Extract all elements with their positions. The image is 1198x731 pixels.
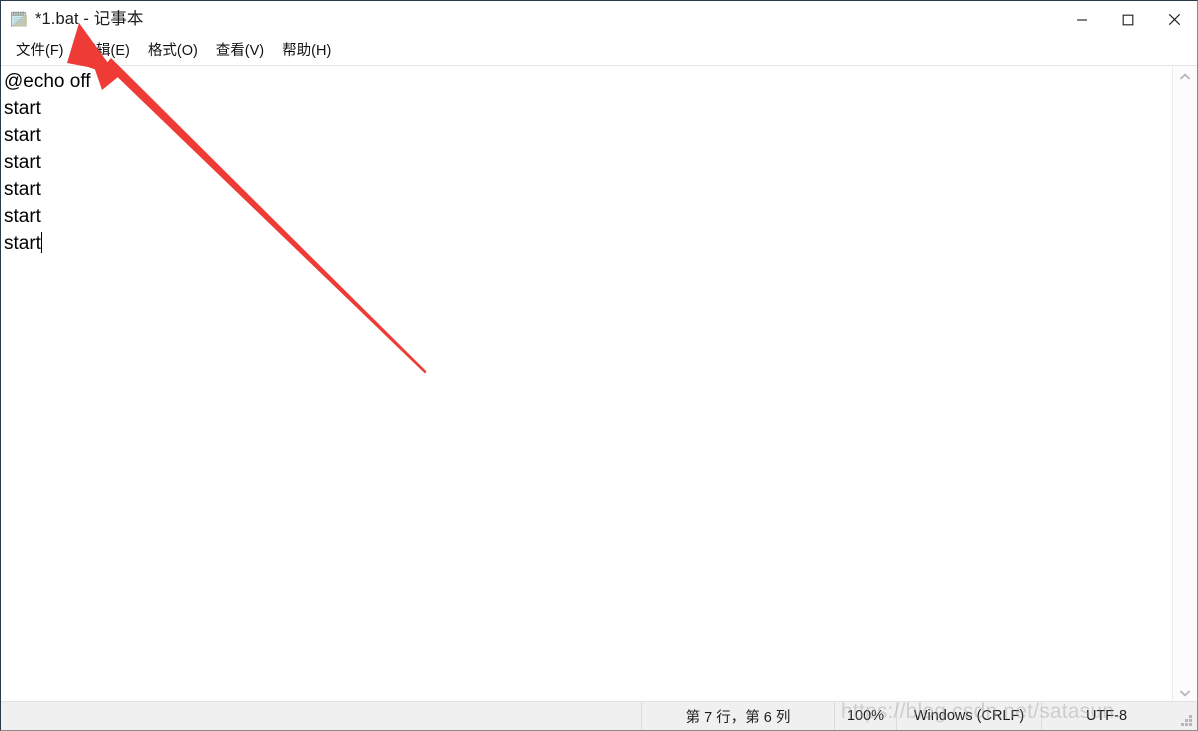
title-bar[interactable]: *1.bat - 记事本: [1, 1, 1197, 38]
chevron-down-icon: [1180, 689, 1190, 697]
maximize-icon: [1122, 14, 1134, 25]
editor-line: start: [4, 179, 41, 200]
close-button[interactable]: [1151, 1, 1197, 38]
resize-grip-icon: [1181, 715, 1192, 726]
editor-line: start: [4, 206, 41, 227]
status-cursor-position: 第 7 行，第 6 列: [641, 702, 834, 730]
editor-line-with-caret: start: [4, 230, 1172, 257]
text-caret: [40, 232, 42, 253]
window-controls: [1059, 1, 1197, 38]
editor-area: @echo off start start start start start …: [1, 65, 1197, 703]
menu-item-edit[interactable]: 编辑(E): [73, 39, 139, 64]
menu-bar: 文件(F) 编辑(E) 格式(O) 查看(V) 帮助(H): [1, 38, 1197, 65]
status-bar: 第 7 行，第 6 列 100% Windows (CRLF) UTF-8: [1, 701, 1197, 730]
menu-item-file[interactable]: 文件(F): [7, 39, 73, 64]
notepad-icon: [9, 9, 29, 29]
status-zoom-level[interactable]: 100%: [834, 702, 896, 730]
editor-line-text: start: [4, 233, 41, 254]
menu-item-view[interactable]: 查看(V): [207, 39, 273, 64]
window-title: *1.bat - 记事本: [35, 10, 144, 28]
scroll-up-button[interactable]: [1173, 66, 1197, 86]
chevron-up-icon: [1180, 72, 1190, 80]
scrollbar-track[interactable]: [1173, 86, 1197, 683]
vertical-scrollbar[interactable]: [1172, 66, 1197, 703]
editor-line: start: [4, 98, 41, 119]
editor-line: start: [4, 125, 41, 146]
maximize-button[interactable]: [1105, 1, 1151, 38]
scroll-down-button[interactable]: [1173, 683, 1197, 703]
menu-item-help[interactable]: 帮助(H): [273, 39, 340, 64]
text-editor[interactable]: @echo off start start start start start …: [1, 66, 1172, 703]
minimize-icon: [1077, 18, 1087, 21]
menu-item-format[interactable]: 格式(O): [139, 39, 207, 64]
editor-line: start: [4, 152, 41, 173]
editor-line: @echo off: [4, 71, 91, 92]
resize-grip-cell[interactable]: [1171, 702, 1197, 730]
notepad-window: *1.bat - 记事本 文件(F) 编辑(E) 格式(O) 查看(V) 帮助(…: [0, 0, 1198, 731]
close-icon: [1168, 13, 1180, 26]
minimize-button[interactable]: [1059, 1, 1105, 38]
status-encoding[interactable]: UTF-8: [1041, 702, 1171, 730]
status-line-ending[interactable]: Windows (CRLF): [896, 702, 1041, 730]
